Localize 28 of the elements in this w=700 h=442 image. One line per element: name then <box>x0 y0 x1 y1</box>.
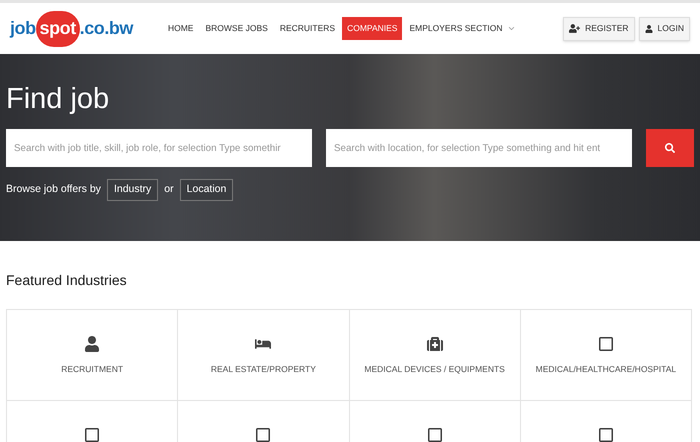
nav-link[interactable]: EMPLOYERS SECTION <box>404 17 521 40</box>
industry-tile[interactable]: MEDICAL DEVICES / EQUIPMENTS <box>350 310 521 401</box>
hero-title: Find job <box>6 82 110 116</box>
login-button[interactable]: LOGIN <box>638 16 690 40</box>
search-button[interactable] <box>646 129 694 167</box>
industry-link[interactable]: Industry <box>106 179 158 201</box>
nav-link[interactable]: RECRUITERS <box>274 17 340 40</box>
site-logo[interactable]: job spot .co.bw <box>10 10 133 46</box>
search-icon <box>665 143 675 153</box>
medical-kit-icon <box>426 336 443 352</box>
user-icon <box>644 24 653 32</box>
nav-link[interactable]: BROWSE JOBS <box>200 17 273 40</box>
nav-link[interactable]: COMPANIES <box>342 17 402 40</box>
section-title: Featured Industries <box>6 271 128 290</box>
industry-tile[interactable]: MEDICAL/HEALTHCARE/HOSPITAL <box>520 310 692 401</box>
industry-tile[interactable]: REAL ESTATE/PROPERTY <box>178 310 350 401</box>
or-label: or <box>164 182 174 197</box>
user-plus-icon <box>569 23 580 34</box>
person-icon <box>84 336 100 352</box>
search-field[interactable]: Search with location, for selection Type something and hit ent <box>326 129 632 167</box>
nav-link[interactable]: HOME <box>162 17 198 40</box>
industry-tile[interactable]: RECRUITMENT <box>7 310 178 401</box>
search-field[interactable]: Search with job title, skill, job role, for selection Type somethir <box>6 129 312 167</box>
caret-icon <box>506 24 516 33</box>
register-button[interactable]: REGISTER <box>563 16 635 40</box>
location-link[interactable]: Location <box>180 179 234 201</box>
bed-icon <box>255 336 272 352</box>
browse-label: Browse job offers by <box>6 182 101 197</box>
